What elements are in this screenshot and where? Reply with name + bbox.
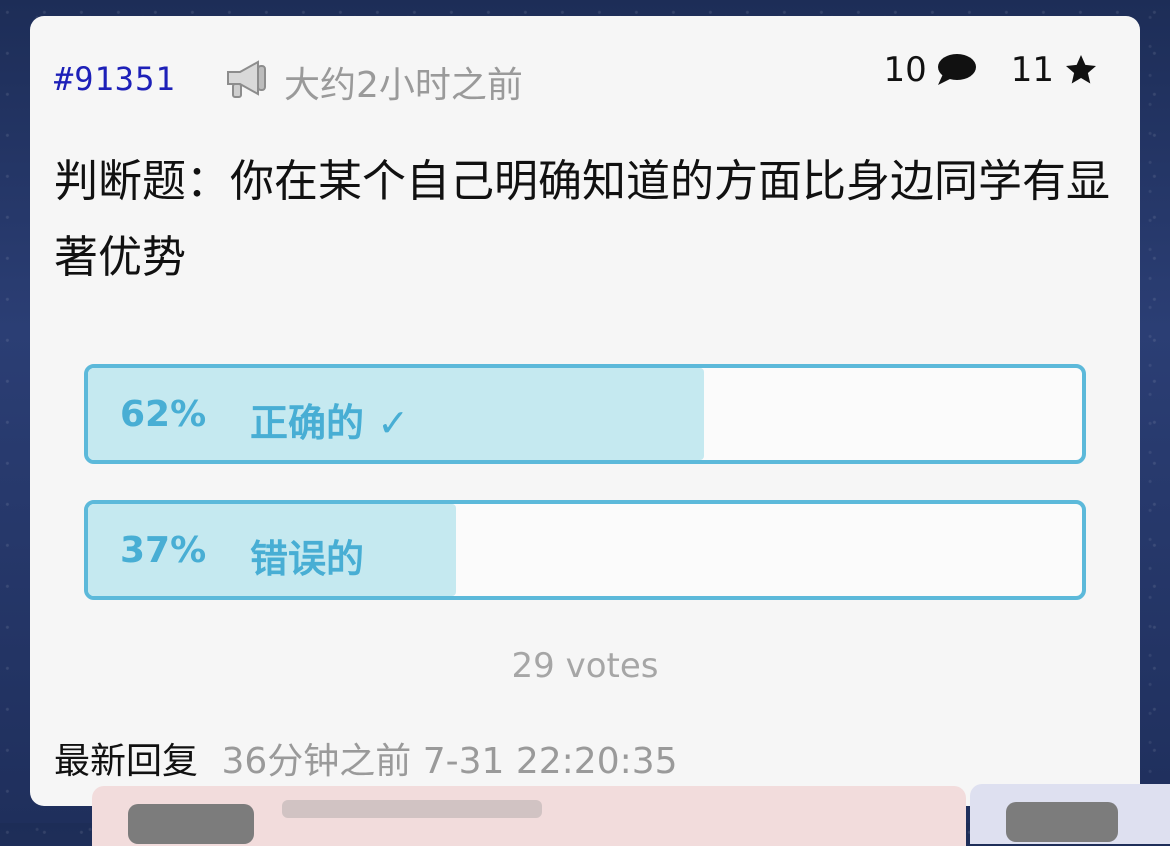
poll-option-label: 正确的 ✓ (250, 401, 410, 445)
post-id-link[interactable]: #91351 (54, 60, 176, 98)
comments-count: 10 (883, 50, 927, 90)
post-stats: 10 11 (883, 50, 1100, 90)
post-time: 大约2小时之前 (284, 65, 523, 106)
poll-option-label: 错误的 (250, 537, 365, 581)
reply-preview[interactable] (970, 784, 1170, 844)
poll: 62% 正确的 ✓ 37% 错误的 (84, 364, 1086, 636)
reply-author-chip (128, 804, 254, 844)
poll-option-1[interactable]: 62% 正确的 ✓ (84, 364, 1086, 464)
megaphone-icon (227, 60, 266, 98)
stars-stat[interactable]: 11 (1011, 50, 1100, 90)
poll-option-percent: 62% (120, 394, 207, 435)
stars-count: 11 (1010, 50, 1054, 90)
reply-author-chip (1006, 802, 1118, 842)
post-title: 判断题：你在某个自己明确知道的方面比身边同学有显著优势 (54, 156, 1110, 283)
reply-time-placeholder (282, 800, 542, 818)
latest-reply: 最新回复 36分钟之前 7-31 22:20:35 (54, 732, 678, 784)
comment-icon (937, 54, 976, 85)
latest-reply-time: 36分钟之前 7-31 22:20:35 (221, 741, 678, 782)
poll-option-2[interactable]: 37% 错误的 (84, 500, 1086, 600)
poll-vote-count: 29 votes (511, 646, 659, 686)
star-icon (1066, 55, 1096, 84)
post-card[interactable]: #91351 大约2小时之前 10 11 判断题：你在某个自己明确知道的方面比身… (30, 16, 1140, 806)
latest-reply-label: 最新回复 (54, 741, 199, 782)
post-header: #91351 大约2小时之前 10 11 (54, 50, 1100, 106)
comments-stat[interactable]: 10 (883, 50, 976, 90)
reply-preview[interactable] (92, 786, 966, 846)
poll-option-percent: 37% (120, 530, 207, 571)
